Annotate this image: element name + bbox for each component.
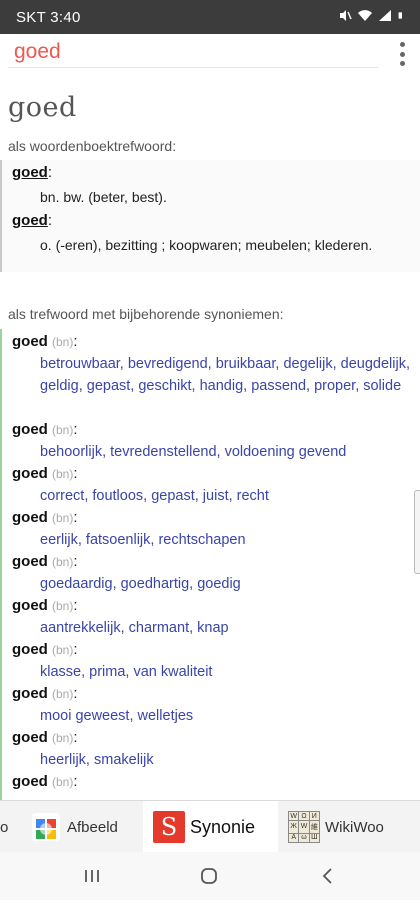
synonym-list[interactable]: eerlijk, fatsoenlijk, rechtschapen (40, 529, 416, 551)
result-content[interactable]: goed als woordenboektrefwoord: goed: bn.… (0, 74, 420, 800)
status-icons (338, 9, 406, 22)
synonym-group-term: goed (bn): (12, 773, 78, 790)
synonym-list[interactable]: betrouwbaar, bevredigend, bruikbaar, deg… (40, 353, 416, 397)
recent-apps-icon[interactable] (80, 864, 104, 888)
status-bar: SKT 3:40 (0, 0, 420, 34)
synonym-group-term: goed (bn): (12, 509, 78, 526)
tab-wikiwoordenboek[interactable]: WΩИ ЖW維 AωШ WikiWoo (288, 801, 400, 853)
source-tab-bar: o Afbeeld S Synonie WΩИ ЖW維 AωШ WikiWoo … (0, 800, 420, 853)
entry-colon: : (47, 212, 53, 229)
google-images-icon (32, 813, 60, 841)
search-underline (8, 67, 378, 68)
search-query-field[interactable]: goed (14, 40, 61, 64)
mute-icon (340, 10, 352, 21)
scrollbar-handle[interactable] (414, 490, 420, 574)
app-bar: goed (0, 34, 420, 74)
more-vert-icon[interactable] (394, 40, 410, 68)
synonym-list[interactable]: aantrekkelijk, charmant, knap (40, 617, 416, 639)
synoniemen-logo-icon: S (153, 811, 185, 843)
dictionary-block: goed: bn. bw. (beter, best). goed: o. (-… (0, 160, 420, 272)
headword-title: goed (8, 92, 77, 123)
synonym-group-term: goed (bn): (12, 553, 78, 570)
tab-label: o (0, 818, 9, 836)
synonym-group-term: goed (bn): (12, 597, 78, 614)
tab-synoniemen[interactable]: S Synonie (143, 801, 278, 853)
synonym-list[interactable]: klasse, prima, van kwaliteit (40, 661, 416, 683)
dictionary-entry-term[interactable]: goed: (12, 164, 52, 181)
synonym-list[interactable]: goedaardig, goedhartig, goedig (40, 573, 416, 595)
tab-label: Synonie (190, 816, 256, 837)
wiki-puzzle-icon: WΩИ ЖW維 AωШ (288, 811, 320, 843)
dictionary-section-label: als woordenboektrefwoord: (8, 138, 177, 154)
back-icon[interactable] (316, 864, 340, 888)
dictionary-entry-definition: o. (-eren), bezitting ; koopwaren; meube… (40, 237, 373, 253)
battery-icon (398, 12, 402, 19)
synonym-group-term: goed (bn): (12, 685, 78, 702)
entry-colon: : (47, 164, 53, 181)
synonym-group-term: goed (bn): (12, 421, 78, 438)
status-time: SKT 3:40 (16, 9, 81, 26)
synonym-list[interactable]: mooi geweest, welletjes (40, 705, 416, 727)
signal-icon (379, 10, 391, 21)
tab-previous[interactable]: o (0, 801, 22, 853)
dictionary-entry-term[interactable]: goed: (12, 212, 52, 229)
tab-afbeeldingen[interactable]: Afbeeld (30, 801, 140, 853)
synonym-group-term: goed (bn): (12, 333, 78, 350)
home-icon[interactable] (197, 864, 221, 888)
synonym-group-term: goed (bn): (12, 729, 78, 746)
synonyms-block: goed (bn): betrouwbaar, bevredigend, bru… (0, 329, 420, 800)
synonym-list[interactable]: behoorlijk, tevredenstellend, voldoening… (40, 441, 416, 463)
tab-label: Afbeeld (67, 818, 118, 836)
entry-term-text: goed (12, 212, 48, 229)
entry-term-text: goed (12, 164, 48, 181)
dictionary-entry-definition: bn. bw. (beter, best). (40, 189, 167, 205)
system-nav-bar (0, 852, 420, 900)
synonyms-section-label: als trefwoord met bijbehorende synonieme… (8, 306, 284, 322)
synonym-group-term: goed (bn): (12, 641, 78, 658)
tab-label: WikiWoo (325, 818, 384, 836)
wifi-icon (358, 10, 372, 21)
tab-next[interactable]: ​ (404, 801, 420, 853)
synonym-list[interactable]: correct, foutloos, gepast, juist, recht (40, 485, 416, 507)
synonym-list[interactable]: heerlijk, smakelijk (40, 749, 416, 771)
synonym-group-term: goed (bn): (12, 465, 78, 482)
